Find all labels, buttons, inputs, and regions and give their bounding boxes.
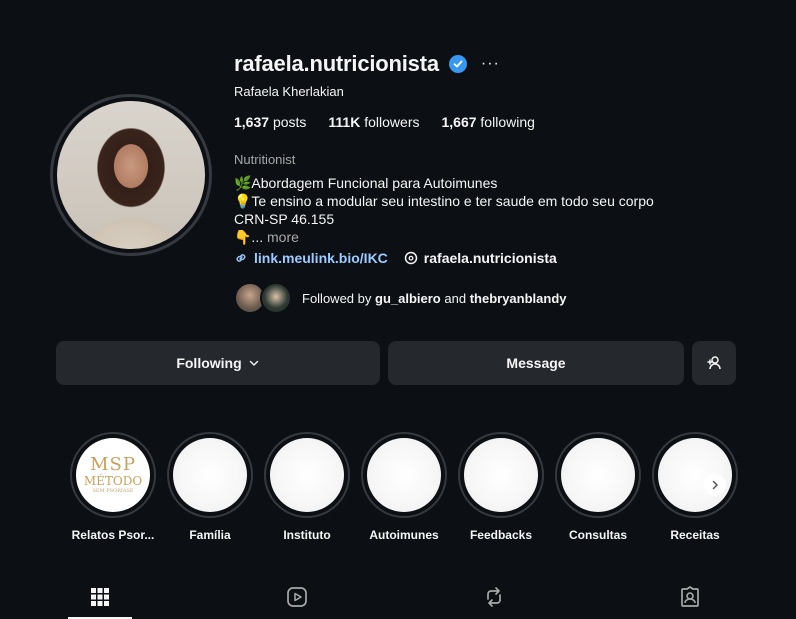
highlight-ring: [167, 432, 253, 518]
follower-name-2: thebryanblandy: [469, 290, 567, 306]
verified-badge-icon: [448, 55, 467, 73]
following-label: following: [480, 114, 535, 130]
posts-stat: 1,637 posts: [234, 114, 306, 130]
threads-handle: rafaela.nutricionista: [423, 250, 557, 266]
followed-by-prefix: Followed by: [302, 290, 372, 306]
bio-link-text: link.meulink.bio/IKC: [254, 250, 388, 266]
tab-reposts[interactable]: [481, 584, 507, 610]
profile-avatar: [57, 101, 205, 249]
highlight-label: Consultas: [568, 528, 627, 542]
bio-more-link[interactable]: more: [267, 229, 299, 245]
profile-links: link.meulink.bio/IKC rafaela.nutricionis…: [234, 250, 557, 266]
message-button-label: Message: [506, 355, 566, 371]
posts-label: posts: [272, 114, 307, 130]
highlight-cover: [173, 438, 247, 512]
profile-stats: 1,637 posts 111K followers 1,667 followi…: [234, 114, 535, 130]
highlight-label: Família: [189, 528, 231, 542]
highlight-label: Instituto: [283, 528, 331, 542]
highlight-item[interactable]: Consultas: [550, 432, 646, 542]
story-highlights: MSP MÉTODO SEM PSORÍASE Relatos Psor... …: [60, 432, 760, 542]
followers-label: followers: [364, 114, 420, 130]
followers-stat[interactable]: 111K followers: [328, 114, 419, 130]
highlight-label: Relatos Psor...: [71, 528, 155, 542]
followers-count: 111K: [328, 114, 361, 130]
msp-method-text: MÉTODO: [83, 473, 143, 488]
tab-reels[interactable]: [284, 584, 310, 610]
message-button[interactable]: Message: [388, 341, 684, 385]
profile-avatar-ring[interactable]: [50, 94, 212, 256]
highlight-cover: [561, 438, 635, 512]
following-button[interactable]: Following: [56, 341, 380, 385]
bio-line-4-prefix: 👇...: [234, 229, 264, 245]
highlight-ring: [361, 432, 447, 518]
profile-header: rafaela.nutricionista ···: [234, 50, 500, 78]
tagged-icon: [681, 586, 699, 607]
tab-tagged[interactable]: [677, 584, 703, 610]
link-icon: [236, 254, 246, 262]
highlight-cover-msp: MSP MÉTODO SEM PSORÍASE: [76, 438, 150, 512]
highlight-item[interactable]: Receitas: [647, 432, 743, 542]
bio-line-1: 🌿Abordagem Funcional para Autoimunes: [234, 175, 498, 191]
chevron-down-icon: [249, 360, 258, 366]
chevron-right-icon: [712, 480, 718, 490]
bio-line-2: 💡Te ensino a modular seu intestino e ter…: [234, 193, 654, 209]
highlight-ring: [458, 432, 544, 518]
threads-icon: [404, 251, 418, 265]
highlight-ring: MSP MÉTODO SEM PSORÍASE: [70, 432, 156, 518]
highlight-cover: [367, 438, 441, 512]
highlight-cover: [464, 438, 538, 512]
msp-logo-text: MSP: [90, 453, 136, 475]
add-person-icon: [707, 356, 721, 370]
suggest-people-button[interactable]: [692, 341, 736, 385]
highlight-label: Autoimunes: [369, 528, 439, 542]
threads-link[interactable]: rafaela.nutricionista: [404, 250, 557, 266]
posts-count: 1,637: [234, 114, 270, 130]
reposts-icon: [487, 587, 501, 607]
following-button-label: Following: [176, 355, 242, 371]
username: rafaela.nutricionista: [234, 51, 439, 76]
follower-name-1: gu_albiero: [375, 290, 441, 306]
highlight-label: Feedbacks: [469, 528, 533, 542]
bio-line-4: 👇... more: [234, 228, 654, 246]
highlight-cover: [270, 438, 344, 512]
follower-avatars: [234, 282, 294, 314]
full-name: Rafaela Kherlakian: [234, 84, 344, 99]
highlight-item[interactable]: Família: [162, 432, 258, 542]
highlight-item[interactable]: MSP MÉTODO SEM PSORÍASE Relatos Psor...: [65, 432, 161, 542]
highlights-next-button[interactable]: [704, 474, 726, 496]
tab-posts[interactable]: [87, 584, 113, 610]
followed-by-and: and: [444, 290, 467, 306]
highlight-label: Receitas: [670, 528, 720, 542]
category-label: Nutritionist: [234, 152, 296, 167]
more-options-icon[interactable]: ···: [481, 55, 500, 73]
profile-tabs: [0, 576, 796, 619]
highlight-item[interactable]: Instituto: [259, 432, 355, 542]
highlight-ring: [652, 432, 738, 518]
highlight-item[interactable]: Feedbacks: [453, 432, 549, 542]
msp-subtitle-text: SEM PSORÍASE: [92, 487, 134, 494]
reels-icon: [287, 587, 307, 607]
followed-by-text: Followed by gu_albiero and thebryanbland…: [302, 291, 567, 306]
highlight-ring: [555, 432, 641, 518]
avatar: [260, 282, 292, 314]
following-stat[interactable]: 1,667 following: [441, 114, 534, 130]
bio-text: 🌿Abordagem Funcional para Autoimunes 💡Te…: [234, 174, 654, 246]
bio-link[interactable]: link.meulink.bio/IKC: [234, 250, 388, 266]
followed-by[interactable]: Followed by gu_albiero and thebryanbland…: [234, 282, 567, 314]
grid-icon: [91, 588, 109, 606]
following-count: 1,667: [441, 114, 477, 130]
bio-line-3: CRN-SP 46.155: [234, 211, 335, 227]
highlight-item[interactable]: Autoimunes: [356, 432, 452, 542]
highlight-ring: [264, 432, 350, 518]
